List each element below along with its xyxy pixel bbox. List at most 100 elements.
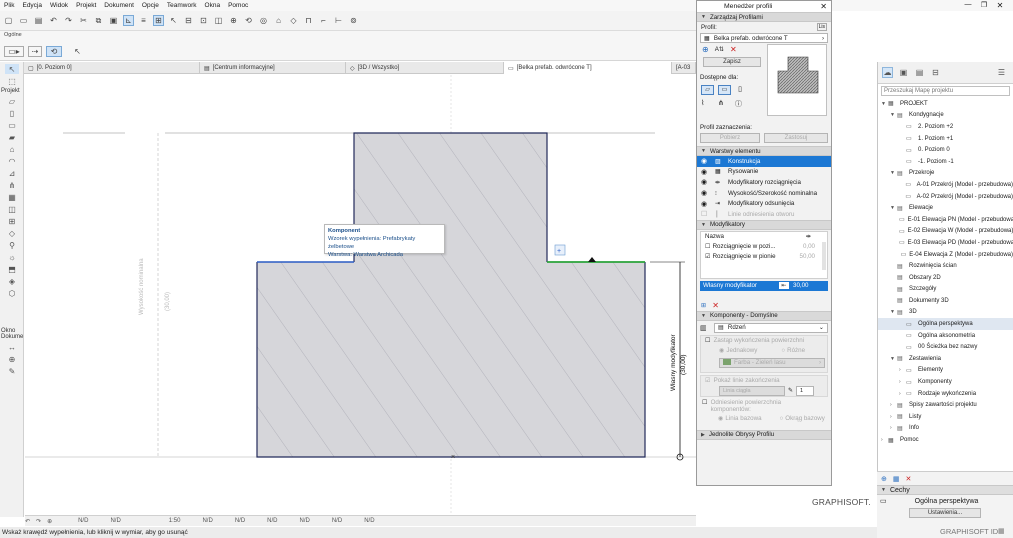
door-tool-icon[interactable]: ◫ xyxy=(5,204,19,214)
tree-toggle-icon[interactable]: › xyxy=(890,425,897,431)
home-icon[interactable]: ⌂ xyxy=(273,15,284,26)
tree-toggle-icon[interactable]: › xyxy=(899,379,906,385)
eye-icon[interactable]: ◉ xyxy=(701,178,710,186)
get-profile-button[interactable]: Pobierz xyxy=(700,133,760,143)
measure-icon[interactable]: ⊢ xyxy=(333,15,344,26)
rename-profile-icon[interactable]: A⇅ xyxy=(715,46,724,53)
checkbox-icon[interactable]: ☐ xyxy=(705,337,711,344)
layout-book-icon[interactable]: ▤ xyxy=(914,67,925,78)
marquee-tool-icon[interactable]: ⬚ xyxy=(5,76,19,86)
checkbox-checked-icon[interactable]: ☑ xyxy=(705,377,711,384)
modifiers-scrollbar[interactable] xyxy=(822,241,826,270)
beam-tool-icon[interactable]: ▭ xyxy=(5,120,19,130)
tree-toggle-icon[interactable]: › xyxy=(890,414,897,420)
section-properties[interactable]: ▼ Cechy xyxy=(877,485,1013,495)
delete-view-icon[interactable]: ✕ xyxy=(906,475,912,483)
menu-window[interactable]: Okna xyxy=(205,2,221,9)
navigator-menu-icon[interactable]: ☰ xyxy=(996,67,1007,78)
checkbox-checked-icon[interactable]: ☑ xyxy=(705,253,711,260)
tree-toggle-icon[interactable]: ▼ xyxy=(890,170,897,176)
settings-button[interactable]: Ustawienia... xyxy=(909,508,981,518)
panel-bottom-icon[interactable]: ▦ xyxy=(998,527,1005,535)
stair-tool-icon[interactable]: ⊿ xyxy=(5,168,19,178)
save-icon[interactable]: ▤ xyxy=(33,15,44,26)
column-type-icon[interactable]: ▯ xyxy=(735,85,745,95)
select-icon[interactable]: ↖ xyxy=(168,15,179,26)
view-icon[interactable]: ◎ xyxy=(258,15,269,26)
tab-info-center[interactable]: ▤ [Centrum informacyjne] xyxy=(200,62,346,74)
tree-item[interactable]: ▭ E-01 Elewacja PN (Model - przebudowa) xyxy=(878,214,1013,226)
checkbox-icon[interactable]: ☐ xyxy=(702,399,708,406)
new-icon[interactable]: ▢ xyxy=(3,15,14,26)
section-element-layers[interactable]: ▼ Warstwy elementu xyxy=(697,146,831,156)
scale-value[interactable]: 1:50 xyxy=(169,518,181,524)
delete-modifier-icon[interactable]: ✕ xyxy=(712,301,719,310)
dimension-tool-icon[interactable]: ↔ xyxy=(5,342,19,352)
cursor-icon[interactable]: ↖ xyxy=(72,46,83,57)
profile-select[interactable]: ▦ Belka prefab. odwrócone T › xyxy=(700,33,828,43)
status-nd-7[interactable]: N/D xyxy=(332,518,342,524)
tree-toggle-icon[interactable]: › xyxy=(899,391,906,397)
layer-construction[interactable]: ◉ ▨ Konstrukcja xyxy=(697,156,831,167)
shell-tool-icon[interactable]: ◠ xyxy=(5,156,19,166)
section-icon[interactable]: ⊓ xyxy=(303,15,314,26)
restore-icon[interactable]: ❐ xyxy=(976,1,992,10)
tab-profile-editor[interactable]: ▭ [Belka prefab. odwrócone T] xyxy=(504,62,672,74)
layer-offset-modifiers[interactable]: ◉ ⇥ Modyfikatory odsunięcia xyxy=(697,198,831,209)
tree-item[interactable]: ▭ A-01 Przekrój (Model - przebudowa) xyxy=(878,179,1013,191)
tree-item[interactable]: › ▤ Listy xyxy=(878,411,1013,423)
modifier-arrow[interactable] xyxy=(588,257,596,262)
tree-item[interactable]: ▼ ▤ Kondygnacje xyxy=(878,110,1013,122)
view-settings-icon[interactable]: ▦ xyxy=(893,475,900,483)
apply-profile-button[interactable]: Zastosuj xyxy=(764,133,828,143)
modifier-value[interactable]: 30,00 xyxy=(793,282,808,289)
pen-number[interactable]: 1 xyxy=(796,385,815,396)
railing-type-icon[interactable]: ⌇ xyxy=(701,99,714,109)
copy-icon[interactable]: ⧉ xyxy=(93,15,104,26)
publisher-icon[interactable]: ⊟ xyxy=(930,67,941,78)
tree-item[interactable]: › ▭ Rodzaje wykończenia xyxy=(878,388,1013,400)
tree-item[interactable]: ▼ ▤ Przekroje xyxy=(878,168,1013,180)
paint-select[interactable]: Farba - Zieleń lasu › xyxy=(719,357,825,368)
skylight-tool-icon[interactable]: ◇ xyxy=(5,228,19,238)
menu-options[interactable]: Opcje xyxy=(142,2,159,9)
object-tool-icon[interactable]: ⚲ xyxy=(5,240,19,250)
menu-help[interactable]: Pomoc xyxy=(228,2,248,9)
handrail-type-icon[interactable]: ⋔ xyxy=(718,99,731,109)
tree-item[interactable]: › ▦ Pomoc xyxy=(878,434,1013,446)
arrow-right-icon[interactable]: ⇢ xyxy=(28,46,42,57)
slab-tool-icon[interactable]: ▰ xyxy=(5,132,19,142)
tree-item[interactable]: › ▤ Spisy zawartości projektu xyxy=(878,399,1013,411)
tree-toggle-icon[interactable]: ▼ xyxy=(881,101,888,107)
tree-item[interactable]: ▼ ▤ 3D xyxy=(878,307,1013,319)
navigator-search[interactable]: Przeszukaj Mapę projektu xyxy=(881,86,1010,96)
save-profile-button[interactable]: Zapisz xyxy=(703,57,761,67)
layer-icon[interactable]: ◫ xyxy=(213,15,224,26)
close-icon[interactable]: ✕ xyxy=(992,1,1008,10)
minimize-icon[interactable]: — xyxy=(960,1,976,10)
tree-toggle-icon[interactable]: › xyxy=(899,367,906,373)
tree-toggle-icon[interactable]: ▼ xyxy=(890,309,897,315)
rotate-select-icon[interactable]: ⟲ xyxy=(46,46,62,57)
status-nd-6[interactable]: N/D xyxy=(300,518,310,524)
tree-item[interactable]: ▭ -1. Poziom -1 xyxy=(878,156,1013,168)
text-tool-icon[interactable]: ✎ xyxy=(5,366,19,376)
window-3d-icon[interactable]: ◇ xyxy=(288,15,299,26)
tree-item[interactable]: ▤ Obszary 2D xyxy=(878,272,1013,284)
beam-type-icon[interactable]: ▭ xyxy=(718,85,731,95)
rotate-icon[interactable]: ⟲ xyxy=(243,15,254,26)
tree-item[interactable]: ▭ E-02 Elewacja W (Model - przebudowa) xyxy=(878,226,1013,238)
radio-icon[interactable]: ○ xyxy=(780,415,784,422)
tree-toggle-icon[interactable]: › xyxy=(881,437,888,443)
tree-item[interactable]: ▤ Rozwinięcia ścian xyxy=(878,260,1013,272)
undo-view-icon[interactable]: ↶ xyxy=(25,518,30,525)
view-map-icon[interactable]: ▣ xyxy=(898,67,909,78)
tab-3d[interactable]: ◇ [3D / Wszystko] xyxy=(346,62,504,74)
roof-tool-icon[interactable]: ⌂ xyxy=(5,144,19,154)
layer-opening-lines[interactable]: ☐ ┃ Linie odniesienia otworu xyxy=(697,209,831,220)
radio-icon[interactable]: ○ xyxy=(781,347,785,354)
tree-item[interactable]: ▭ Ogólna perspektywa xyxy=(878,318,1013,330)
tree-toggle-icon[interactable]: ▼ xyxy=(890,356,897,362)
status-nd-2[interactable]: N/D xyxy=(110,518,120,524)
menu-project[interactable]: Projekt xyxy=(76,2,96,9)
